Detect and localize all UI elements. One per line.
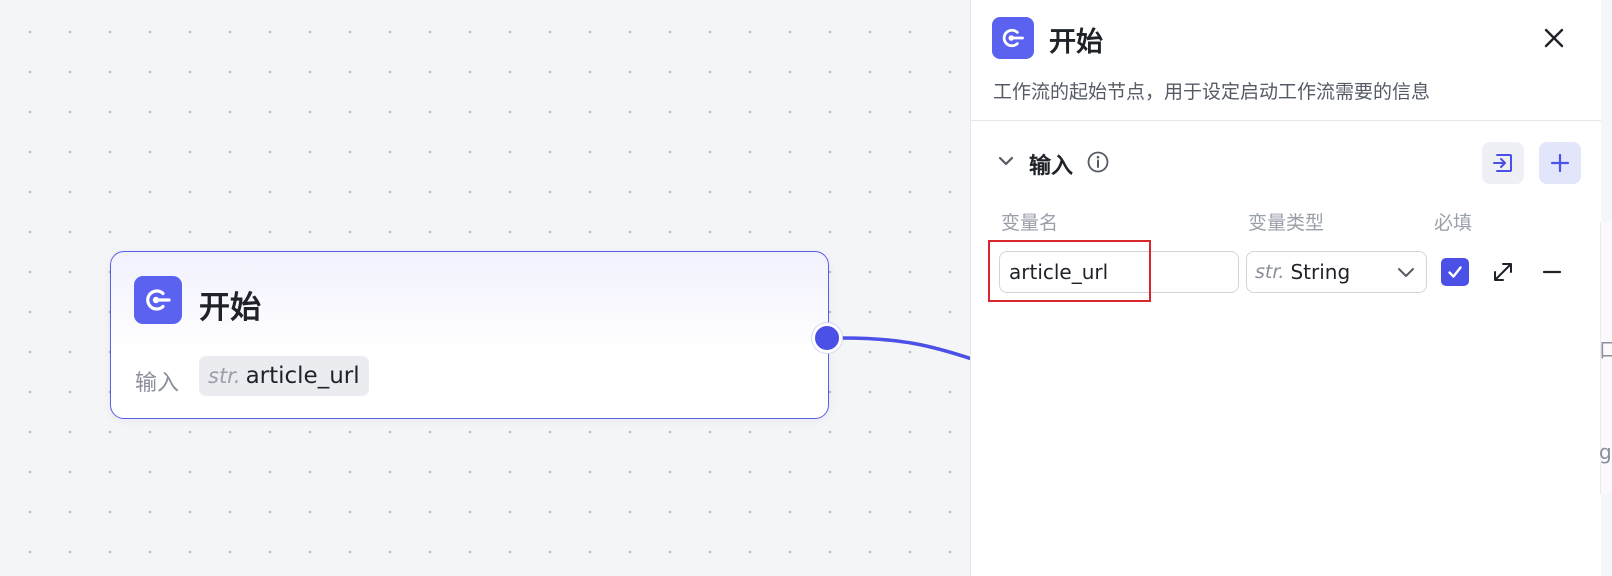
check-icon bbox=[1448, 266, 1462, 278]
chevron-down-icon[interactable] bbox=[995, 150, 1017, 172]
panel-title: 开始 bbox=[1049, 27, 1103, 58]
info-icon[interactable] bbox=[1086, 150, 1110, 174]
minus-icon[interactable] bbox=[1537, 257, 1567, 287]
import-variables-button[interactable] bbox=[1482, 142, 1524, 184]
column-header-type: 变量类型 bbox=[1248, 212, 1325, 234]
node-title: 开始 bbox=[199, 290, 261, 326]
column-header-name: 变量名 bbox=[1001, 212, 1059, 234]
node-input-label: 输入 bbox=[135, 371, 180, 396]
panel-description: 工作流的起始节点，用于设定启动工作流需要的信息 bbox=[993, 81, 1431, 103]
workflow-start-icon bbox=[992, 17, 1034, 59]
chevron-down-icon bbox=[1398, 268, 1414, 277]
column-header-required: 必填 bbox=[1434, 212, 1473, 234]
required-checkbox[interactable] bbox=[1441, 258, 1469, 286]
node-settings-panel: 开始 工作流的起始节点，用于设定启动工作流需要的信息 输入 变量名 变量类型 必… bbox=[970, 0, 1601, 576]
close-icon bbox=[1544, 28, 1564, 48]
divider bbox=[971, 120, 1601, 121]
add-variable-button[interactable] bbox=[1539, 142, 1581, 184]
plus-icon bbox=[1550, 153, 1570, 173]
output-handle[interactable] bbox=[812, 323, 842, 353]
background-text-fragment: 口 bbox=[1599, 338, 1612, 362]
close-button[interactable] bbox=[1536, 20, 1572, 56]
workflow-start-icon bbox=[134, 276, 182, 324]
variable-type-select[interactable]: str. String bbox=[1246, 251, 1427, 293]
background-node-card: 口 g bbox=[1599, 222, 1612, 494]
import-icon bbox=[1493, 154, 1512, 172]
node-variable-tag: str. article_url bbox=[199, 356, 369, 396]
variable-type-prefix: str. bbox=[208, 364, 241, 388]
start-node[interactable]: 开始 输入 str. article_url bbox=[110, 251, 829, 419]
expand-icon[interactable] bbox=[1488, 257, 1518, 287]
section-title-input: 输入 bbox=[1029, 154, 1074, 179]
variable-name-input[interactable] bbox=[999, 251, 1239, 293]
background-text-fragment: g bbox=[1599, 440, 1612, 464]
type-prefix: str. bbox=[1255, 261, 1285, 283]
type-value: String bbox=[1290, 260, 1351, 284]
variable-name: article_url bbox=[245, 363, 360, 389]
